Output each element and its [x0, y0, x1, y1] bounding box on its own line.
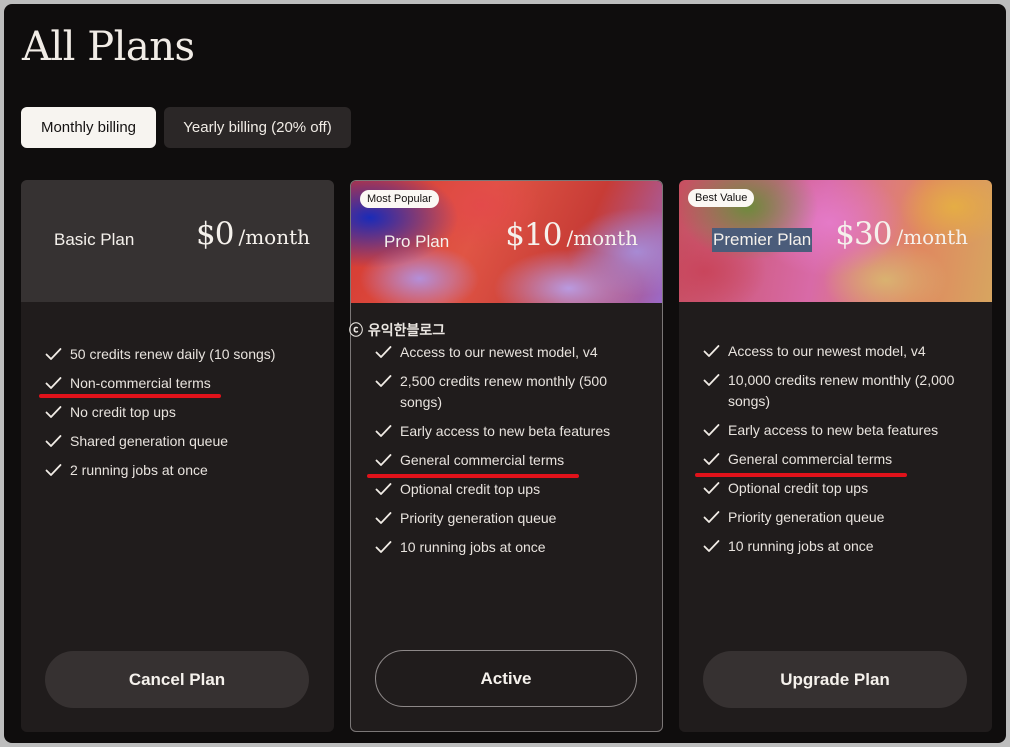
- feature-text: Optional credit top ups: [728, 480, 869, 496]
- feature-text: No credit top ups: [70, 404, 176, 420]
- feature-text: Shared generation queue: [70, 433, 229, 449]
- price-amount: $0: [196, 216, 234, 252]
- feature-item: Early access to new beta features: [679, 420, 992, 441]
- feature-text: General commercial terms: [400, 452, 565, 468]
- check-icon: [375, 512, 392, 524]
- feature-item: Access to our newest model, v4: [679, 341, 992, 362]
- best-value-badge: Best Value: [688, 189, 755, 207]
- yearly-billing-button[interactable]: Yearly billing (20% off): [164, 107, 351, 148]
- feature-list: Access to our newest model, v4 10,000 cre…: [679, 341, 992, 565]
- check-icon: [703, 453, 720, 465]
- check-icon: [45, 435, 62, 447]
- feature-item: Priority generation queue: [679, 507, 992, 528]
- check-icon: [375, 483, 392, 495]
- check-icon: [703, 482, 720, 494]
- check-icon: [45, 377, 62, 389]
- billing-toggle: Monthly billing Yearly billing (20% off): [21, 107, 351, 148]
- watermark-text: ⓒ 유익한블로그: [349, 323, 446, 339]
- feature-item: General commercial terms: [679, 449, 992, 477]
- plan-card-basic: Basic Plan $0/month 50 credits renew dai…: [21, 180, 334, 732]
- feature-text: Priority generation queue: [400, 510, 557, 526]
- cancel-plan-button[interactable]: Cancel Plan: [45, 651, 309, 708]
- feature-item: Optional credit top ups: [679, 478, 992, 499]
- plan-name: Basic Plan: [54, 230, 135, 249]
- feature-item: 50 credits renew daily (10 songs): [21, 344, 334, 365]
- check-icon: [45, 406, 62, 418]
- most-popular-badge: Most Popular: [360, 190, 439, 208]
- feature-text: 10 running jobs at once: [728, 538, 874, 554]
- feature-text: Access to our newest model, v4: [400, 344, 598, 360]
- feature-text: 2 running jobs at once: [70, 462, 208, 478]
- check-icon: [703, 345, 720, 357]
- feature-item: Shared generation queue: [21, 431, 334, 452]
- feature-item: Optional credit top ups: [351, 479, 662, 500]
- feature-item: 2 running jobs at once: [21, 460, 334, 481]
- feature-text: Priority generation queue: [728, 509, 885, 525]
- check-icon: [375, 454, 392, 466]
- feature-item: Priority generation queue: [351, 508, 662, 529]
- plan-header: Basic Plan $0/month: [21, 180, 334, 302]
- feature-text: 10 running jobs at once: [400, 539, 546, 555]
- plan-price: $0/month: [196, 216, 310, 252]
- upgrade-plan-button[interactable]: Upgrade Plan: [703, 651, 967, 708]
- plan-name: Pro Plan: [384, 232, 450, 251]
- check-icon: [703, 374, 720, 386]
- plan-name: Premier Plan: [712, 228, 813, 252]
- plan-header: Best Value Premier Plan $30/month: [679, 180, 992, 302]
- feature-item: 10,000 credits renew monthly (2,000 song…: [679, 370, 992, 412]
- check-icon: [45, 348, 62, 360]
- app-frame: All Plans Monthly billing Yearly billing…: [4, 4, 1006, 743]
- feature-text: Optional credit top ups: [400, 481, 541, 497]
- feature-text: 2,500 credits renew monthly (500 songs): [400, 373, 607, 410]
- check-icon: [703, 540, 720, 552]
- feature-list: 50 credits renew daily (10 songs) Non-com…: [21, 344, 334, 489]
- feature-text: General commercial terms: [728, 451, 893, 467]
- price-period: /month: [238, 225, 310, 249]
- feature-item: 10 running jobs at once: [679, 536, 992, 557]
- feature-item: 10 running jobs at once: [351, 537, 662, 558]
- active-plan-button[interactable]: Active: [375, 650, 637, 707]
- plan-price: $30/month: [835, 216, 968, 252]
- feature-item: 2,500 credits renew monthly (500 songs): [351, 371, 662, 413]
- page-title: All Plans: [22, 24, 195, 70]
- check-icon: [703, 424, 720, 436]
- feature-item: Early access to new beta features: [351, 421, 662, 442]
- feature-text: Early access to new beta features: [400, 423, 611, 439]
- plan-header: Most Popular Pro Plan $10/month: [351, 181, 662, 303]
- feature-text: Non-commercial terms: [70, 375, 211, 391]
- feature-text: Access to our newest model, v4: [728, 343, 926, 359]
- plan-card-pro: Most Popular Pro Plan $10/month Access t…: [350, 180, 663, 732]
- price-period: /month: [896, 225, 968, 249]
- price-amount: $10: [505, 217, 562, 253]
- feature-item: No credit top ups: [21, 402, 334, 423]
- feature-text: 10,000 credits renew monthly (2,000 song…: [728, 372, 955, 409]
- feature-item: Access to our newest model, v4: [351, 342, 662, 363]
- check-icon: [375, 425, 392, 437]
- check-icon: [375, 375, 392, 387]
- feature-item: General commercial terms: [351, 450, 662, 478]
- plan-price: $10/month: [505, 217, 638, 253]
- plan-card-premier: Best Value Premier Plan $30/month Access…: [679, 180, 992, 732]
- feature-text: 50 credits renew daily (10 songs): [70, 346, 276, 362]
- feature-list: Access to our newest model, v4 2,500 cred…: [351, 342, 662, 566]
- check-icon: [703, 511, 720, 523]
- price-amount: $30: [835, 216, 892, 252]
- feature-item: Non-commercial terms: [21, 373, 334, 398]
- price-period: /month: [566, 226, 638, 250]
- feature-text: Early access to new beta features: [728, 422, 939, 438]
- check-icon: [375, 541, 392, 553]
- check-icon: [375, 346, 392, 358]
- check-icon: [45, 464, 62, 476]
- monthly-billing-button[interactable]: Monthly billing: [21, 107, 156, 148]
